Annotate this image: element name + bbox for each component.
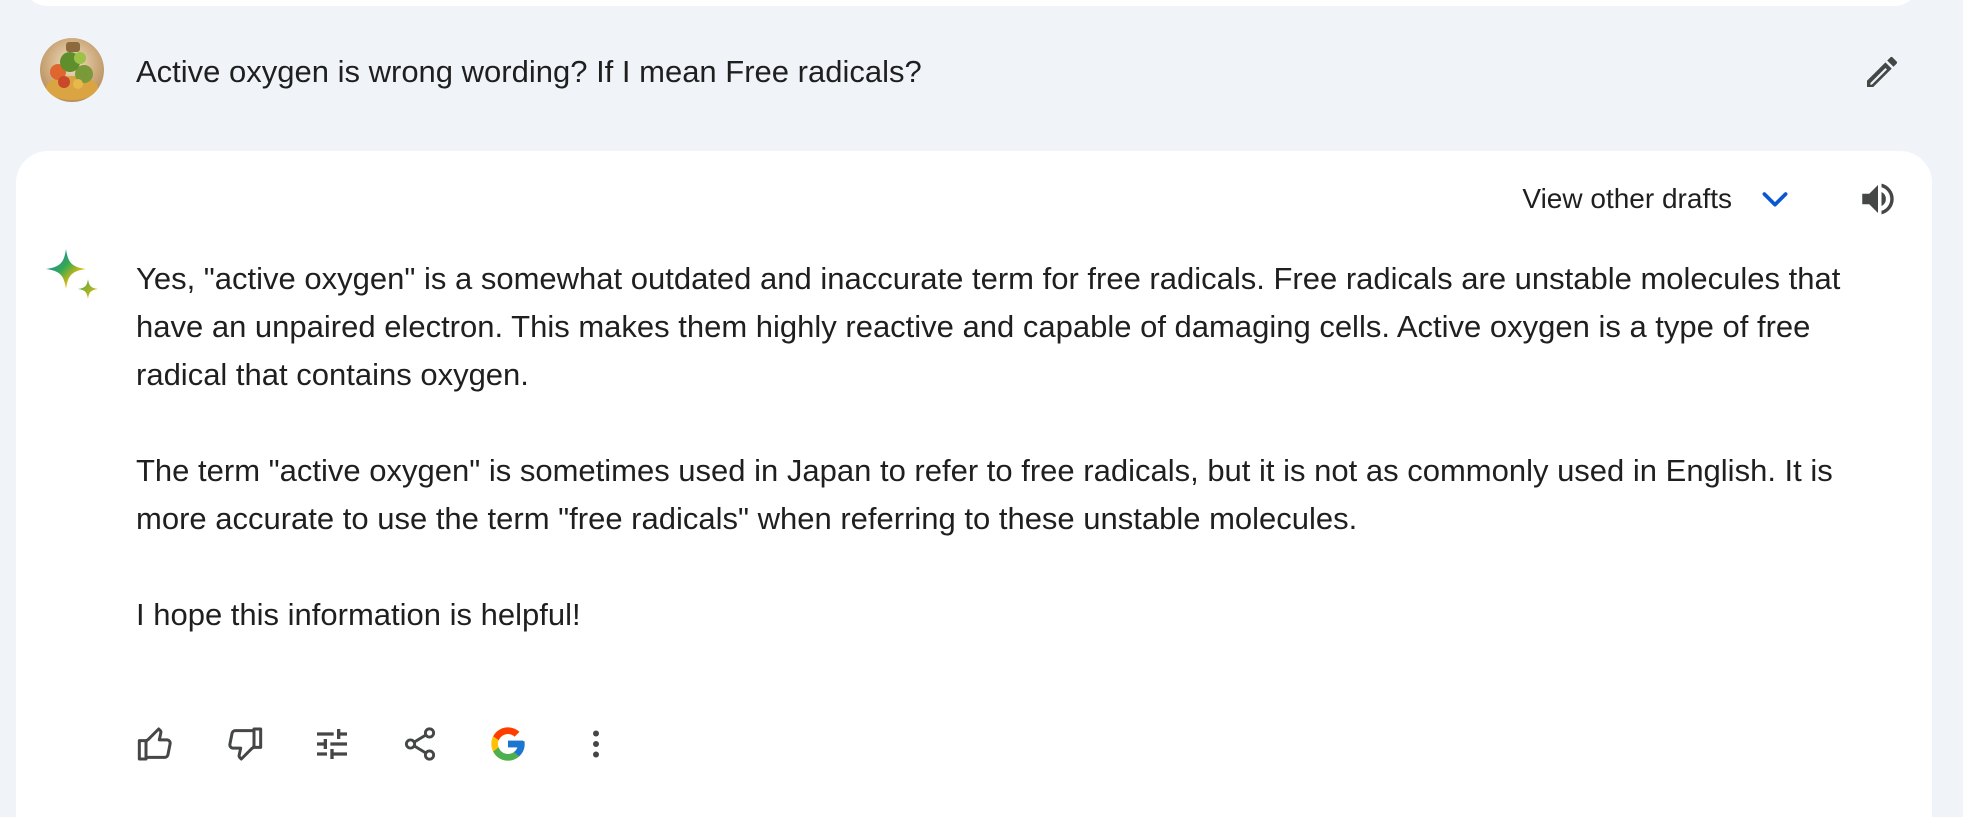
response-paragraph: Yes, "active oxygen" is a somewhat outda… [136, 261, 1841, 392]
response-text: Yes, "active oxygen" is a somewhat outda… [136, 255, 1856, 687]
chevron-down-icon [1762, 192, 1788, 207]
view-other-drafts-button[interactable]: View other drafts [1522, 171, 1792, 227]
bad-response-button[interactable] [216, 716, 272, 772]
previous-card-edge [22, 0, 1920, 6]
share-icon [404, 727, 436, 761]
response-paragraph: I hope this information is helpful! [136, 597, 581, 632]
google-icon [491, 727, 525, 761]
response-actions [128, 714, 624, 774]
thumbs-down-icon [228, 727, 263, 761]
view-other-drafts-label: View other drafts [1522, 183, 1732, 214]
pencil-icon [1867, 56, 1898, 87]
thumbs-up-icon [137, 727, 172, 761]
more-options-button[interactable] [568, 716, 624, 772]
good-response-button[interactable] [128, 716, 184, 772]
edit-prompt-button[interactable] [1858, 48, 1906, 96]
response-paragraph: The term "active oxygen" is sometimes us… [136, 453, 1833, 536]
tune-icon [317, 729, 347, 759]
chat-page: Active oxygen is wrong wording? If I mea… [0, 0, 1963, 817]
more-vert-icon [593, 730, 599, 758]
user-avatar-photo-icon [40, 38, 104, 102]
user-prompt-text: Active oxygen is wrong wording? If I mea… [136, 54, 922, 89]
response-card: View other drafts Yes, "active oxygen" i… [16, 151, 1932, 817]
user-prompt-row: Active oxygen is wrong wording? If I mea… [0, 30, 1963, 114]
avatar[interactable] [40, 38, 104, 102]
read-aloud-button[interactable] [1852, 173, 1904, 225]
speaker-icon [1862, 183, 1894, 215]
double-check-google-button[interactable] [480, 716, 536, 772]
share-button[interactable] [392, 716, 448, 772]
gemini-spark-icon [42, 247, 104, 309]
modify-response-button[interactable] [304, 716, 360, 772]
